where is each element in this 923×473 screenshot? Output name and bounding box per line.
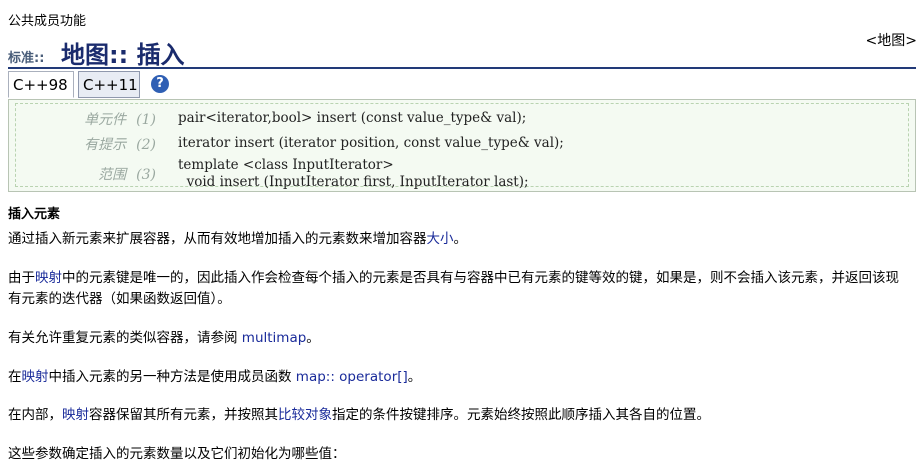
- section-heading: 插入元素: [8, 207, 61, 222]
- tab-cpp11[interactable]: C++11: [78, 71, 140, 98]
- paragraph-description: 通过插入新元素来扩展容器，从而有效地增加插入的元素数来增加容器大小。: [8, 231, 467, 247]
- paragraph-ordering: 在内部，映射容器保留其所有元素，并按照其比较对象指定的条件按键排序。元素始终按照…: [8, 407, 710, 423]
- link-map[interactable]: 映射: [62, 407, 89, 423]
- link-map[interactable]: 映射: [35, 270, 62, 286]
- paragraph-unique-keys: 由于映射中的元素键是唯一的，因此插入作会检查每个插入的元素是否具有与容器中已有元…: [8, 270, 899, 307]
- prototype-list: 单元件 (1) pair<iterator,bool> insert (const…: [15, 103, 909, 190]
- title-separator: ::: [109, 41, 129, 69]
- link-multimap[interactable]: multimap: [242, 330, 307, 346]
- link-size[interactable]: 大小: [427, 231, 454, 247]
- prototype-label: 单元件: [84, 112, 127, 128]
- link-map[interactable]: 映射: [22, 369, 49, 385]
- tab-cpp98[interactable]: C++98: [8, 71, 74, 98]
- prototype-code: iterator insert (iterator position, cons…: [178, 135, 564, 151]
- title-main: 地图:: 插入: [61, 35, 185, 70]
- breadcrumb-link-map[interactable]: 地图: [877, 33, 905, 49]
- paragraph-params-intro: 这些参数确定插入的元素数量以及它们初始化为哪些值：: [8, 446, 346, 462]
- prototype-box: 单元件 (1) pair<iterator,bool> insert (const…: [8, 99, 916, 192]
- title-namespace-prefix: 标准::: [8, 51, 45, 66]
- breadcrumb-open: <: [865, 33, 878, 49]
- title-function-name: 插入: [136, 41, 185, 69]
- prototype-code: pair<iterator,bool> insert (const value_…: [178, 110, 527, 126]
- link-compare-object[interactable]: 比较对象: [278, 407, 332, 423]
- page-title: 标准:: 地图:: 插入: [8, 33, 916, 69]
- prototype-number: (3): [136, 167, 156, 183]
- paragraph-multimap: 有关允许重复元素的类似容器，请参阅 multimap。: [8, 330, 320, 346]
- prototype-label: 范围: [98, 167, 127, 183]
- help-icon[interactable]: ?: [151, 75, 169, 93]
- breadcrumb-close: >: [905, 33, 917, 49]
- prototype-number: (2): [136, 137, 156, 153]
- prototype-code-line: void insert (InputIterator first, InputI…: [178, 174, 529, 190]
- paragraph-operator: 在映射中插入元素的另一种方法是使用成员函数 map:: operator[]。: [8, 369, 422, 385]
- prototype-code-line: template <class InputIterator>: [178, 157, 394, 173]
- link-map-operator-bracket[interactable]: map:: operator[]: [296, 369, 408, 385]
- context-label: 公共成员功能: [8, 14, 87, 29]
- title-namespace: 地图: [61, 41, 109, 69]
- prototype-label: 有提示: [84, 137, 127, 153]
- breadcrumb: <地图>: [866, 30, 917, 50]
- prototype-number: (1): [136, 112, 156, 128]
